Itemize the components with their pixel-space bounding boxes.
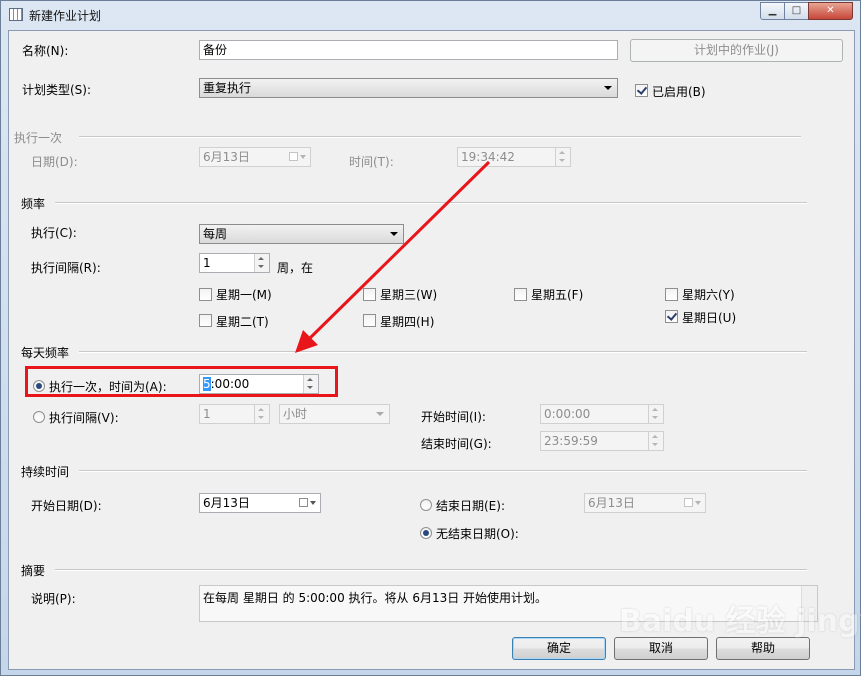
minimize-icon: ▁ xyxy=(768,5,777,16)
dialog-window: 新建作业计划 ▁ □ ✕ 名称(N): 备份 计划中的作业(J) 计划类型(S)… xyxy=(0,0,861,676)
calendar-icon xyxy=(9,8,23,21)
arrow-line xyxy=(307,160,491,341)
title-bar[interactable]: 新建作业计划 ▁ □ ✕ xyxy=(1,1,860,29)
minimize-button[interactable]: ▁ xyxy=(760,2,785,20)
dialog-client-area: 名称(N): 备份 计划中的作业(J) 计划类型(S): 重复执行 已启用(B)… xyxy=(8,30,861,670)
window-title: 新建作业计划 xyxy=(29,9,102,23)
close-icon: ✕ xyxy=(826,5,835,16)
close-button[interactable]: ✕ xyxy=(808,2,853,20)
maximize-button[interactable]: □ xyxy=(784,2,809,20)
maximize-icon: □ xyxy=(791,5,802,16)
annotation-arrow xyxy=(295,160,491,353)
